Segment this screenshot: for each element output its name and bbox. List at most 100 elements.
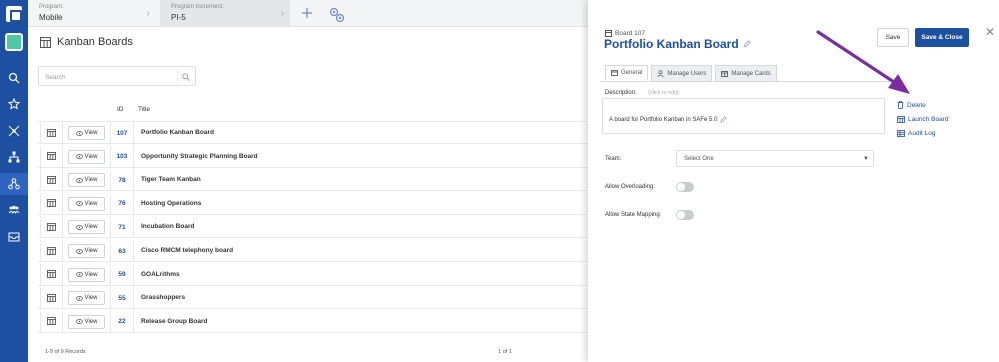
row-title[interactable]: Cisco RMCM telephony board (141, 247, 233, 254)
view-button[interactable]: View (68, 220, 105, 235)
table-row[interactable]: View 55 Grasshoppers (38, 287, 586, 310)
delete-action[interactable]: Delete (897, 98, 948, 112)
row-title[interactable]: Portfolio Kanban Board (141, 129, 214, 136)
close-icon[interactable]: ✕ (985, 25, 995, 39)
search-icon[interactable] (177, 69, 193, 85)
table-row[interactable]: View 63 Cisco RMCM telephony board (38, 240, 586, 262)
row-id[interactable]: 22 (110, 310, 134, 333)
row-title[interactable]: Incubation Board (141, 223, 194, 230)
app-logo[interactable] (6, 6, 22, 22)
row-board-icon-cell[interactable] (40, 310, 63, 333)
row-id[interactable]: 55 (110, 287, 134, 310)
row-title[interactable]: Grasshoppers (141, 294, 185, 301)
settings-gears-icon[interactable] (328, 6, 345, 23)
team-icon[interactable] (7, 203, 21, 217)
row-board-icon-cell[interactable] (40, 240, 63, 262)
row-id[interactable]: 63 (110, 240, 134, 262)
table-row[interactable]: View 59 GOALrithms (38, 263, 586, 286)
save-button[interactable]: Save (877, 28, 909, 47)
save-close-button[interactable]: Save & Close (915, 28, 969, 47)
program-increment-selector[interactable]: Program Increment: PI-5 › (160, 0, 290, 27)
board-icon (47, 293, 56, 302)
description-content: A board for Portfolio Kanban in SAFe 5.0 (609, 116, 728, 123)
view-button[interactable]: View (68, 149, 105, 164)
team-select[interactable]: Select One ▼ (676, 150, 874, 167)
table-row[interactable]: View 107 Portfolio Kanban Board (38, 122, 586, 144)
edit-pencil-icon[interactable] (720, 116, 728, 123)
view-label: View (84, 318, 98, 325)
audit-log-action[interactable]: Audit Log (897, 126, 948, 140)
row-title[interactable]: Opportunity Strategic Planning Board (141, 153, 258, 160)
tab-manage-cards[interactable]: Manage Cards (715, 65, 777, 81)
row-board-icon-cell[interactable] (40, 192, 63, 215)
row-board-icon-cell[interactable] (40, 287, 63, 310)
row-board-icon-cell[interactable] (40, 263, 63, 286)
search-input[interactable] (45, 71, 171, 83)
view-button[interactable]: View (68, 267, 105, 282)
chevron-right-icon: › (146, 8, 150, 19)
hierarchy-icon[interactable] (7, 150, 21, 164)
board-icon (47, 270, 56, 279)
view-button[interactable]: View (68, 291, 105, 306)
toggle-knob (677, 211, 685, 219)
board-title-text: Portfolio Kanban Board (604, 37, 739, 51)
row-board-icon-cell[interactable] (40, 169, 63, 192)
row-board-icon-cell[interactable] (40, 122, 63, 144)
tab-label: Manage Cards (731, 70, 771, 77)
panel-tabs: General Manage Users Manage Cards (605, 65, 777, 81)
column-header-id[interactable]: ID (117, 106, 124, 113)
log-grid-icon (897, 129, 905, 137)
toggle-knob (677, 183, 685, 191)
row-id[interactable]: 103 (110, 145, 134, 168)
edit-pencil-icon[interactable] (743, 40, 751, 48)
add-icon[interactable] (300, 6, 314, 20)
view-label: View (84, 200, 98, 207)
table-row[interactable]: View 22 Release Group Board (38, 310, 586, 333)
allow-state-mapping-toggle[interactable] (676, 210, 694, 220)
tab-manage-users[interactable]: Manage Users (651, 65, 713, 81)
description-field[interactable]: A board for Portfolio Kanban in SAFe 5.0 (602, 98, 885, 134)
row-title[interactable]: Release Group Board (141, 318, 207, 325)
program-value: Mobile (39, 13, 63, 22)
allow-overloading-toggle[interactable] (676, 182, 694, 192)
row-title[interactable]: Tiger Team Kanban (141, 176, 201, 183)
user-icon (657, 70, 665, 77)
column-header-title[interactable]: Title (138, 106, 150, 113)
row-board-icon-cell[interactable] (40, 145, 63, 168)
inbox-icon[interactable] (7, 230, 21, 244)
eye-icon (75, 130, 83, 136)
board-icon (47, 222, 56, 231)
star-icon[interactable] (7, 97, 21, 111)
pi-label: Program Increment: (171, 4, 225, 10)
board-icon (897, 115, 905, 123)
search-icon[interactable] (7, 71, 21, 85)
table-row[interactable]: View 78 Tiger Team Kanban (38, 169, 586, 192)
view-button[interactable]: View (68, 126, 105, 140)
row-title[interactable]: Hosting Operations (141, 200, 201, 207)
view-label: View (84, 271, 98, 278)
row-id[interactable]: 59 (110, 263, 134, 286)
table-row[interactable]: View 103 Opportunity Strategic Planning Bo… (38, 145, 586, 168)
row-id[interactable]: 76 (110, 192, 134, 215)
view-button[interactable]: View (68, 173, 105, 188)
launch-board-action[interactable]: Launch Board (897, 112, 948, 126)
row-id[interactable]: 78 (110, 169, 134, 192)
row-id[interactable]: 71 (110, 216, 134, 239)
view-button[interactable]: View (68, 244, 105, 258)
row-board-icon-cell[interactable] (40, 216, 63, 239)
records-count: 1-9 of 9 Records (45, 349, 86, 355)
table-row[interactable]: View 71 Incubation Board (38, 216, 586, 239)
network-icon[interactable] (7, 124, 21, 138)
pi-value: PI-5 (171, 13, 186, 22)
kanban-nav-icon[interactable] (0, 173, 28, 195)
program-selector[interactable]: Program: Mobile › (28, 0, 156, 27)
team-select-value: Select One (684, 156, 714, 162)
row-title[interactable]: GOALrithms (141, 271, 180, 278)
workspace-icon[interactable] (5, 33, 23, 51)
table-row[interactable]: View 76 Hosting Operations (38, 192, 586, 215)
row-id[interactable]: 107 (110, 122, 134, 144)
tab-general[interactable]: General (605, 65, 649, 81)
view-button[interactable]: View (68, 314, 105, 329)
board-detail-panel: Board 107 Portfolio Kanban Board Save Sa… (588, 0, 999, 362)
view-button[interactable]: View (68, 196, 105, 211)
